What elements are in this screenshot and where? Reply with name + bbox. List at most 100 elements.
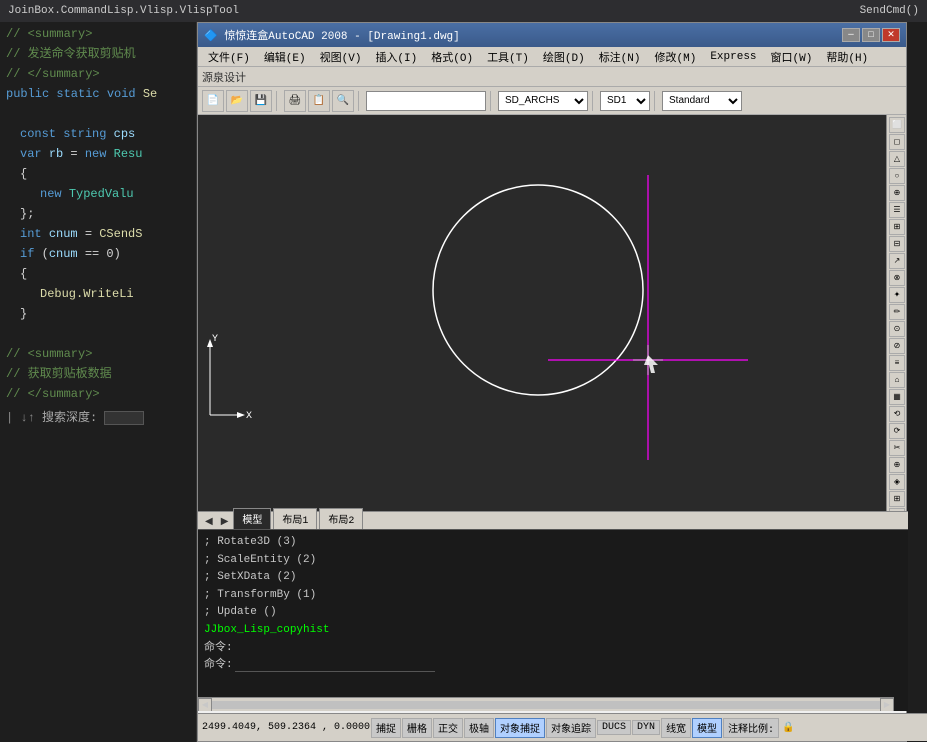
toolbar-sep1 [276, 91, 280, 111]
code-line: const string cps [0, 124, 196, 144]
statusbar-grid[interactable]: 栅格 [402, 718, 432, 738]
code-line: { [0, 164, 196, 184]
cmd-line8: 命令: [204, 657, 902, 675]
statusbar-otrack[interactable]: 对象追踪 [546, 718, 596, 738]
rtool-btn7[interactable]: ⊞ [889, 219, 905, 235]
rtool-btn3[interactable]: △ [889, 151, 905, 167]
code-line: new TypedValu [0, 184, 196, 204]
autocad-tabs: ◀ ▶ 模型 布局1 布局2 [198, 511, 908, 529]
cmd-line3: ; SetXData (2) [204, 569, 902, 587]
statusbar-ducs[interactable]: DUCS [597, 720, 631, 735]
rtool-btn14[interactable]: ⊘ [889, 338, 905, 354]
style2-dropdown[interactable]: SD1 [600, 91, 650, 111]
toolbar-open[interactable]: 📂 [226, 90, 248, 112]
vs-titlebar: JoinBox.CommandLisp.Vlisp.VlispTool Send… [0, 0, 927, 22]
command-input-field[interactable] [235, 659, 435, 672]
statusbar-model[interactable]: 模型 [692, 718, 722, 738]
cmd-line5: ; Update () [204, 604, 902, 622]
code-line: Debug.WriteLi [0, 284, 196, 304]
code-line: if (cnum == 0) [0, 244, 196, 264]
minimize-button[interactable]: ─ [842, 28, 860, 42]
code-line: // </summary> [0, 384, 196, 404]
rtool-btn11[interactable]: ✦ [889, 287, 905, 303]
code-line: int cnum = CSendS [0, 224, 196, 244]
code-line: // </summary> [0, 64, 196, 84]
rtool-btn17[interactable]: ▦ [889, 389, 905, 405]
cmd-line4: ; TransformBy (1) [204, 587, 902, 605]
tab-layout1[interactable]: 布局1 [273, 508, 317, 529]
hscroll-right-btn[interactable]: ▶ [880, 698, 894, 712]
rtool-btn16[interactable]: ⌂ [889, 372, 905, 388]
tab-prev-btn[interactable]: ◀ [202, 515, 216, 529]
rtool-btn1[interactable]: ⬜ [889, 117, 905, 133]
command-hscrollbar[interactable]: ◀ ▶ [198, 697, 894, 711]
subtoolbar: 源泉设计 [198, 67, 906, 87]
menu-tools[interactable]: 工具(T) [481, 47, 535, 67]
statusbar-ortho[interactable]: 正交 [433, 718, 463, 738]
statusbar-osnap[interactable]: 对象捕捉 [495, 718, 545, 738]
rtool-btn21[interactable]: ⊕ [889, 457, 905, 473]
rtool-btn9[interactable]: ↗ [889, 253, 905, 269]
code-line: public static void Se [0, 84, 196, 104]
toolbar-print[interactable]: 🖨 [284, 90, 306, 112]
maximize-button[interactable]: □ [862, 28, 880, 42]
code-line: } [0, 304, 196, 324]
statusbar-snap[interactable]: 捕捉 [371, 718, 401, 738]
toolbar-preview[interactable]: 🔍 [332, 90, 354, 112]
hscroll-track[interactable] [212, 701, 880, 709]
menu-view[interactable]: 视图(V) [314, 47, 368, 67]
menu-express[interactable]: Express [704, 49, 762, 65]
search-depth-input[interactable] [104, 411, 144, 425]
statusbar-dyn[interactable]: DYN [632, 720, 660, 735]
autocad-window: 🔷 惊惊连盒AutoCAD 2008 - [Drawing1.dwg] ─ □ … [197, 22, 907, 742]
toolbar-new[interactable]: 📄 [202, 90, 224, 112]
rtool-btn8[interactable]: ⊟ [889, 236, 905, 252]
code-line: | ↓↑ 搜索深度: [0, 408, 196, 428]
menu-help[interactable]: 帮助(H) [820, 47, 874, 67]
toolbar-sep4 [592, 91, 596, 111]
toolbar-save[interactable]: 💾 [250, 90, 272, 112]
statusbar-lw[interactable]: 线宽 [661, 718, 691, 738]
code-line [0, 324, 196, 344]
statusbar-polar[interactable]: 极轴 [464, 718, 494, 738]
code-line: // 获取剪贴板数据 [0, 364, 196, 384]
menu-file[interactable]: 文件(F) [202, 47, 256, 67]
rtool-btn23[interactable]: ⊞ [889, 491, 905, 507]
toolbar-sep5 [654, 91, 658, 111]
menu-annotate[interactable]: 标注(N) [593, 47, 647, 67]
rtool-btn22[interactable]: ◈ [889, 474, 905, 490]
rtool-btn19[interactable]: ⟳ [889, 423, 905, 439]
toolbar-print2[interactable]: 📋 [308, 90, 330, 112]
cmd-line2: ; ScaleEntity (2) [204, 552, 902, 570]
drawing-area[interactable]: Y X [198, 115, 886, 529]
rtool-btn2[interactable]: ◻ [889, 134, 905, 150]
menu-edit[interactable]: 编辑(E) [258, 47, 312, 67]
autocad-window-controls[interactable]: ─ □ ✕ [842, 28, 900, 42]
sublabel: 源泉设计 [202, 69, 246, 85]
rtool-btn15[interactable]: ≡ [889, 355, 905, 371]
menu-insert[interactable]: 插入(I) [369, 47, 423, 67]
rtool-btn12[interactable]: ✏ [889, 304, 905, 320]
tab-next-btn[interactable]: ▶ [218, 515, 232, 529]
rtool-btn10[interactable]: ⊗ [889, 270, 905, 286]
menu-modify[interactable]: 修改(M) [649, 47, 703, 67]
rtool-btn18[interactable]: ⟲ [889, 406, 905, 422]
menu-format[interactable]: 格式(O) [425, 47, 479, 67]
statusbar-scale[interactable]: 注释比例: [723, 718, 779, 738]
rtool-btn5[interactable]: ⊕ [889, 185, 905, 201]
code-line: }; [0, 204, 196, 224]
style3-dropdown[interactable]: Standard [662, 91, 742, 111]
menu-window[interactable]: 窗口(W) [765, 47, 819, 67]
autocad-title: 惊惊连盒AutoCAD 2008 - [Drawing1.dwg] [224, 31, 459, 43]
style-dropdown[interactable]: SD_ARCHS [498, 91, 588, 111]
rtool-btn4[interactable]: ○ [889, 168, 905, 184]
close-button[interactable]: ✕ [882, 28, 900, 42]
tab-layout2[interactable]: 布局2 [319, 508, 363, 529]
tab-model[interactable]: 模型 [233, 508, 271, 529]
menu-draw[interactable]: 绘图(D) [537, 47, 591, 67]
rtool-btn13[interactable]: ⊙ [889, 321, 905, 337]
rtool-btn20[interactable]: ✂ [889, 440, 905, 456]
command-input[interactable] [366, 91, 486, 111]
hscroll-left-btn[interactable]: ◀ [198, 698, 212, 712]
rtool-btn6[interactable]: ☰ [889, 202, 905, 218]
